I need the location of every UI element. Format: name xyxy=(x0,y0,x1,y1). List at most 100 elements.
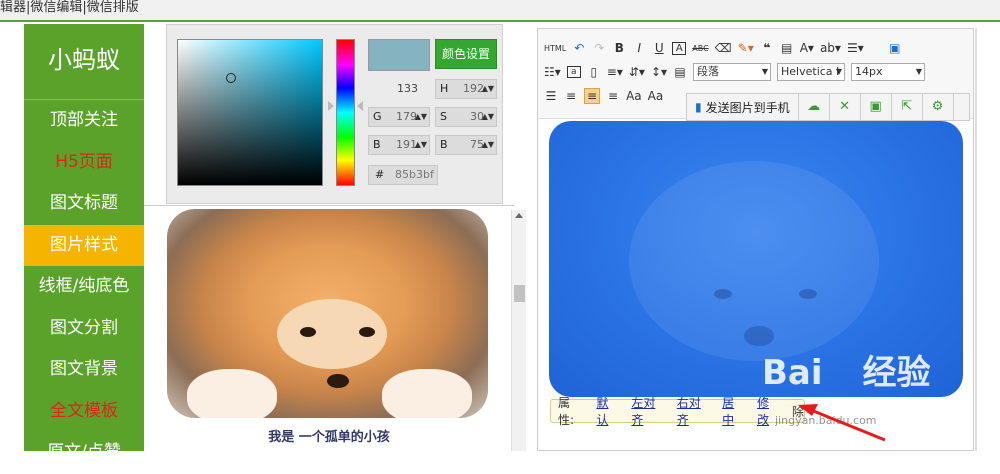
font-size-select[interactable]: 14px ▼ xyxy=(851,63,926,81)
phone-icon: ▮ xyxy=(695,100,702,114)
ordered-list-icon[interactable]: ☰▾ xyxy=(847,41,864,55)
color-cursor[interactable] xyxy=(226,73,236,83)
scroll-up-icon[interactable] xyxy=(515,213,523,218)
font-larger-icon[interactable]: Aa xyxy=(648,89,664,103)
property-label: 属性: xyxy=(558,396,575,427)
preview-scrollbar[interactable] xyxy=(511,210,526,451)
sidebar-item-border[interactable]: 线框/纯底色 xyxy=(24,266,144,308)
expand-icon[interactable]: ✕ xyxy=(830,94,861,120)
dog-eye-left-blue xyxy=(714,289,732,299)
dog-image[interactable] xyxy=(167,209,488,418)
hue-slider[interactable] xyxy=(336,39,355,186)
font-family-select[interactable]: Helvetica I ▼ xyxy=(777,63,846,81)
paste-icon[interactable]: ▤ xyxy=(780,41,794,55)
sidebar-item-like[interactable]: 原文/点赞 xyxy=(24,432,144,474)
undo-icon[interactable]: ↶ xyxy=(572,41,586,55)
justify-icon[interactable]: ☰ xyxy=(544,89,558,103)
cloud-icon[interactable]: ☁ xyxy=(799,94,830,120)
sidebar-item-title[interactable]: 图文标题 xyxy=(24,183,144,225)
font-select-value: Helvetica I xyxy=(781,65,840,78)
b-spinner-icon[interactable]: ▲▼ xyxy=(415,136,427,154)
baidu-watermark: Bai 经验 xyxy=(762,353,931,393)
font-border-icon[interactable]: A xyxy=(672,41,687,55)
align-right-link[interactable]: 右对齐 xyxy=(677,394,708,428)
align-center-link[interactable]: 居中 xyxy=(722,394,743,428)
dog-nose xyxy=(327,374,349,388)
paragraph-select[interactable]: 段落 ▼ xyxy=(693,63,772,81)
align-right-icon[interactable]: ≡ xyxy=(606,89,620,103)
sidebar-item-h5[interactable]: H5页面 xyxy=(24,142,144,184)
send-to-phone-button[interactable]: ▮ 发送图片到手机 xyxy=(687,94,799,120)
dog-eye-right-blue xyxy=(799,289,817,299)
h-field[interactable]: H 192 ▲▼ xyxy=(435,79,497,99)
font-color-icon[interactable]: A▾ xyxy=(800,41,814,55)
page-icon[interactable]: ▯ xyxy=(587,65,601,79)
font-size-value: 14px xyxy=(855,65,883,78)
saturation-value-area[interactable] xyxy=(177,39,323,186)
brightness-spinner-icon[interactable]: ▲▼ xyxy=(482,136,494,154)
hue-arrow-right-icon xyxy=(357,101,363,111)
g-field[interactable]: G 179 ▲▼ xyxy=(368,107,430,127)
hex-value: 85b3bf xyxy=(395,168,434,181)
s-field[interactable]: S 30 ▲▼ xyxy=(435,107,497,127)
b-label: B xyxy=(373,138,381,151)
b-field[interactable]: B 191 ▲▼ xyxy=(368,135,430,155)
sidebar-item-top-follow[interactable]: 顶部关注 xyxy=(24,100,144,142)
sidebar-item-template[interactable]: 全文模板 xyxy=(24,391,144,433)
image-property-bar: 属性: 默认 左对齐 右对齐 居中 修改 除 xyxy=(550,396,805,427)
paragraph-spacing-icon[interactable]: ⇵▾ xyxy=(629,65,645,79)
hex-field[interactable]: # 85b3bf xyxy=(368,165,438,185)
format-brush-icon[interactable]: ✎▾ xyxy=(738,41,754,55)
eraser-icon[interactable]: ⌫ xyxy=(715,41,732,55)
h-spinner-icon[interactable]: ▲▼ xyxy=(482,80,494,98)
char-icon[interactable]: a xyxy=(566,66,581,78)
redo-icon[interactable]: ↷ xyxy=(592,41,606,55)
fullscreen-icon[interactable]: ▣ xyxy=(888,41,902,55)
share-icon[interactable]: ⇱ xyxy=(892,94,923,120)
italic-icon[interactable]: I xyxy=(632,41,646,55)
html-source-icon[interactable]: HTML xyxy=(544,44,566,53)
brightness-label: B xyxy=(440,138,448,151)
sidebar-item-background[interactable]: 图文背景 xyxy=(24,349,144,391)
h-label: H xyxy=(440,82,449,95)
hue-arrow-left-icon xyxy=(328,101,334,111)
dog-nose-blue xyxy=(744,326,774,346)
sidebar-item-image-style[interactable]: 图片样式 xyxy=(24,224,144,266)
color-set-button[interactable]: 颜色设置 xyxy=(435,39,497,69)
brand-logo: 小蚂蚁 xyxy=(24,24,144,100)
quote-icon[interactable]: ❝ xyxy=(760,41,774,55)
dog-paw-left xyxy=(187,369,277,418)
value-readout: 133 xyxy=(397,82,418,95)
editor-toolbar: HTML ↶ ↷ B I U A ABC ⌫ ✎▾ ❝ ▤ A▾ ab▾ ☰▾ … xyxy=(538,29,973,121)
align-left-link[interactable]: 左对齐 xyxy=(631,394,662,428)
top-title-text: 辑器|微信编辑|微信排版 xyxy=(0,0,139,15)
s-spinner-icon[interactable]: ▲▼ xyxy=(482,108,494,126)
line-height-icon[interactable]: ↕▾ xyxy=(651,65,667,79)
s-label: S xyxy=(440,110,447,123)
indent-icon[interactable]: ≡▾ xyxy=(607,65,623,79)
editor-scrollbar[interactable] xyxy=(975,28,977,451)
style-preview: 我是 一个孤单的小孩 xyxy=(144,205,514,451)
dog-eye-left xyxy=(300,327,316,337)
gear-icon[interactable]: ⚙ xyxy=(923,94,954,120)
brightness-field[interactable]: B 75 ▲▼ xyxy=(435,135,497,155)
g-spinner-icon[interactable]: ▲▼ xyxy=(415,108,427,126)
toolbar-row-3: ☰ ≡ ≡ ≡ Aa Aa xyxy=(544,85,663,107)
save-icon[interactable]: ▣ xyxy=(861,94,892,120)
unordered-list-icon[interactable]: ☷▾ xyxy=(544,65,561,79)
align-center-icon[interactable]: ≡ xyxy=(584,88,601,104)
scroll-thumb[interactable] xyxy=(514,285,525,302)
text-direction-icon[interactable]: ▤ xyxy=(673,65,687,79)
image-caption: 我是 一个孤单的小孩 xyxy=(268,430,390,445)
highlight-icon[interactable]: ab▾ xyxy=(820,41,841,55)
align-left-icon[interactable]: ≡ xyxy=(564,89,578,103)
color-picker: 颜色设置 133 H 192 ▲▼ G 179 ▲▼ S 30 ▲▼ B 191… xyxy=(166,24,503,204)
bold-icon[interactable]: B xyxy=(612,41,626,55)
underline-icon[interactable]: U xyxy=(652,41,666,55)
strikethrough-icon[interactable]: ABC xyxy=(692,44,708,53)
font-smaller-icon[interactable]: Aa xyxy=(626,89,642,103)
default-link[interactable]: 默认 xyxy=(596,394,617,428)
dog-paw-right xyxy=(382,369,472,418)
sidebar-item-divider[interactable]: 图文分割 xyxy=(24,308,144,350)
image-popup-toolbar: ▮ 发送图片到手机 ☁ ✕ ▣ ⇱ ⚙ xyxy=(686,93,970,121)
